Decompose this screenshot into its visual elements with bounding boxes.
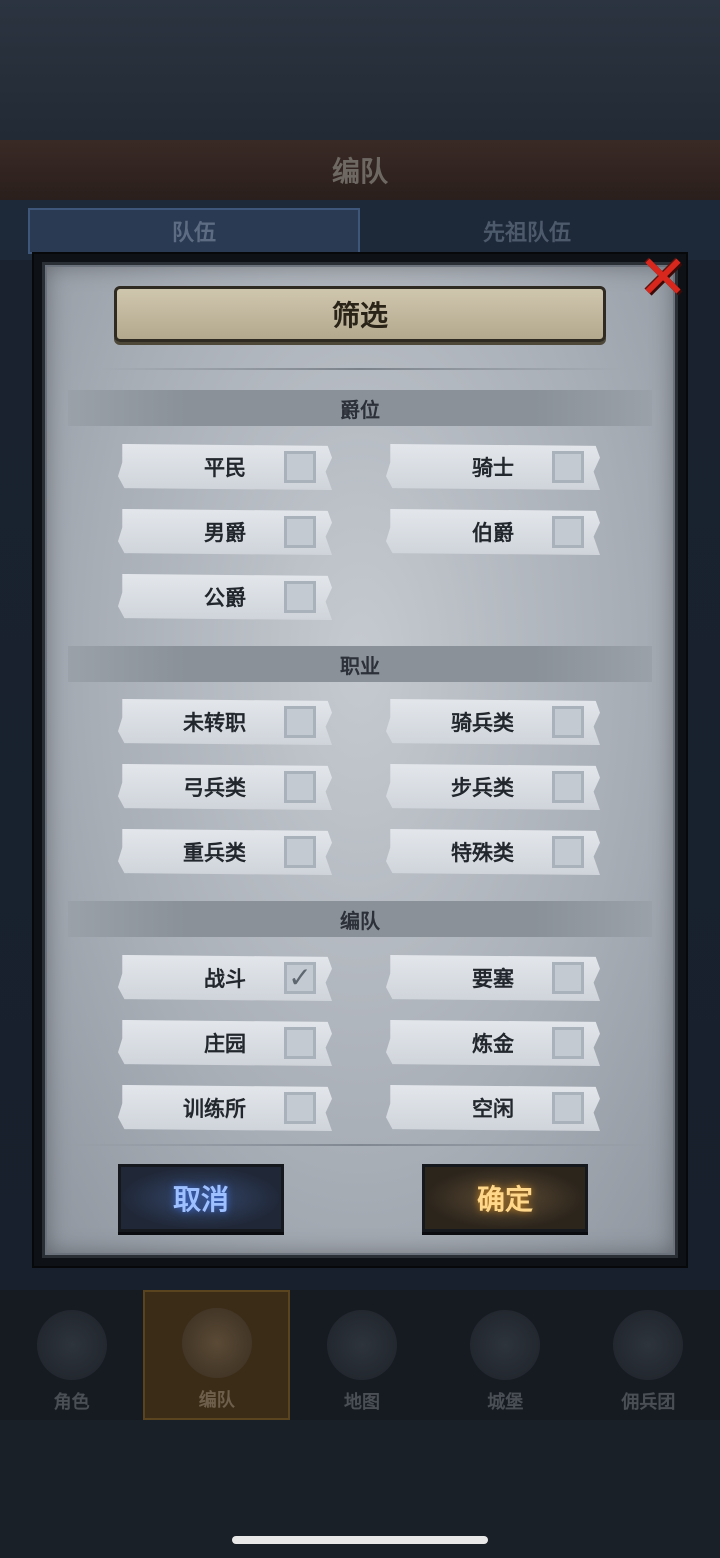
filter-option-heavy[interactable]: 重兵类: [118, 829, 332, 875]
tab-bar: 队伍 先祖队伍: [0, 200, 720, 260]
helmet-icon: [181, 1308, 252, 1378]
knight-icon: [36, 1310, 107, 1380]
filter-option-idle[interactable]: 空闲: [386, 1085, 600, 1131]
nav-item-character[interactable]: 角色: [0, 1290, 143, 1420]
confirm-button[interactable]: 确定: [422, 1164, 588, 1232]
filter-option-baron[interactable]: 男爵: [118, 509, 332, 555]
filter-option-commoner[interactable]: 平民: [118, 444, 332, 490]
filter-option-duke[interactable]: 公爵: [118, 574, 332, 620]
filter-option-cavalry[interactable]: 骑兵类: [386, 699, 600, 745]
filter-option-fortress[interactable]: 要塞: [386, 955, 600, 1001]
bottom-nav: 角色 编队 地图 城堡 佣兵团: [0, 1290, 720, 1420]
cancel-button[interactable]: 取消: [118, 1164, 284, 1232]
compass-icon: [327, 1310, 397, 1380]
filter-option-special[interactable]: 特殊类: [386, 829, 600, 875]
checkbox[interactable]: [552, 1092, 584, 1124]
checkbox[interactable]: [552, 451, 584, 483]
screen-title: 编队: [331, 155, 388, 188]
nav-item-mercenary[interactable]: 佣兵团: [577, 1290, 720, 1420]
filter-option-infantry[interactable]: 步兵类: [386, 764, 600, 810]
dialog-title: 筛选: [331, 299, 388, 332]
checkbox-checked[interactable]: ✓: [284, 962, 316, 994]
close-button[interactable]: ✕: [636, 243, 690, 313]
nav-item-castle[interactable]: 城堡: [434, 1290, 577, 1420]
dialog-title-plate: 筛选: [114, 286, 606, 342]
tab-team[interactable]: 队伍: [28, 208, 360, 254]
checkbox[interactable]: [284, 451, 316, 483]
close-icon: ✕: [637, 243, 689, 313]
footer-divider: [68, 1144, 652, 1146]
title-divider: [100, 368, 620, 370]
checkbox[interactable]: [552, 771, 584, 803]
filter-option-earl[interactable]: 伯爵: [386, 509, 600, 555]
filter-option-battle[interactable]: 战斗 ✓: [118, 955, 332, 1001]
filter-option-knight[interactable]: 骑士: [386, 444, 600, 490]
checkbox[interactable]: [284, 516, 316, 548]
checkbox[interactable]: [284, 1027, 316, 1059]
checkbox[interactable]: [284, 706, 316, 738]
section-header-rank: 爵位: [68, 390, 652, 426]
section-header-class: 职业: [68, 646, 652, 682]
checkbox[interactable]: [552, 836, 584, 868]
filter-option-unpromoted[interactable]: 未转职: [118, 699, 332, 745]
filter-option-alchemy[interactable]: 炼金: [386, 1020, 600, 1066]
checkbox[interactable]: [552, 706, 584, 738]
checkbox[interactable]: [284, 771, 316, 803]
checkbox[interactable]: [284, 1092, 316, 1124]
filter-option-training[interactable]: 训练所: [118, 1085, 332, 1131]
nav-item-formation[interactable]: 编队: [143, 1290, 291, 1420]
checkbox[interactable]: [552, 516, 584, 548]
nav-item-map[interactable]: 地图: [290, 1290, 433, 1420]
checkbox[interactable]: [284, 836, 316, 868]
filter-option-archer[interactable]: 弓兵类: [118, 764, 332, 810]
castle-icon: [470, 1310, 541, 1380]
section-header-formation: 编队: [68, 901, 652, 937]
checkbox[interactable]: [284, 581, 316, 613]
checkbox[interactable]: [552, 962, 584, 994]
home-indicator[interactable]: [232, 1536, 488, 1544]
filter-option-manor[interactable]: 庄园: [118, 1020, 332, 1066]
banner-icon: [613, 1310, 684, 1380]
screen-header: 编队: [0, 140, 720, 200]
checkbox[interactable]: [552, 1027, 584, 1059]
checkmark-icon: ✓: [288, 961, 312, 994]
status-area: [0, 0, 720, 140]
